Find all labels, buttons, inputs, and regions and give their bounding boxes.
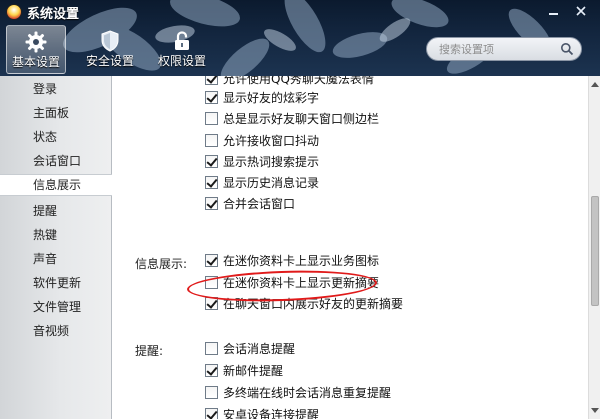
checkbox[interactable] <box>205 111 218 125</box>
sidebar-item-status[interactable]: 状态 <box>0 126 112 148</box>
option-label: 多终端在线时会话消息重复提醒 <box>223 385 392 400</box>
checkbox[interactable] <box>205 90 218 104</box>
checkbox[interactable] <box>205 363 218 377</box>
lock-icon <box>175 31 189 50</box>
checkbox[interactable] <box>205 253 218 267</box>
checkbox[interactable] <box>205 154 218 168</box>
sidebar-item-main-panel[interactable]: 主面板 <box>0 102 112 124</box>
option-label: 允许使用QQ秀聊天魔法表情 <box>223 76 374 86</box>
option-qq-show-magic-emoji[interactable]: 允许使用QQ秀聊天魔法表情 <box>205 76 374 87</box>
tab-security-settings[interactable]: 安全设置 <box>80 25 140 74</box>
search-input[interactable] <box>439 41 557 57</box>
chevron-down-icon <box>591 408 599 413</box>
search-icon[interactable] <box>560 42 574 56</box>
scroll-down-button[interactable] <box>590 405 600 417</box>
option-label: 显示历史消息记录 <box>223 175 320 190</box>
checkbox[interactable] <box>205 385 218 399</box>
sidebar-item-audio-video[interactable]: 音视频 <box>0 320 112 342</box>
option-label: 会话消息提醒 <box>223 341 296 356</box>
option-allow-window-shake[interactable]: 允许接收窗口抖动 <box>205 131 319 149</box>
sidebar-item-reminders[interactable]: 提醒 <box>0 200 112 222</box>
scrollbar-thumb[interactable] <box>591 196 599 306</box>
sidebar-item-chat-window[interactable]: 会话窗口 <box>0 150 112 172</box>
checkbox[interactable] <box>205 196 218 210</box>
tab-permission-settings-label: 权限设置 <box>157 54 206 68</box>
tab-basic-settings-label: 基本设置 <box>11 55 60 69</box>
settings-content: 允许使用QQ秀聊天魔法表情 显示好友的炫彩字 总是显示好友聊天窗口侧边栏 允许接… <box>113 76 588 419</box>
option-label: 显示好友的炫彩字 <box>223 90 320 105</box>
checkbox[interactable] <box>205 341 218 355</box>
tab-basic-settings[interactable]: 基本设置 <box>6 25 66 74</box>
reminder-section-label: 提醒: <box>135 344 164 358</box>
close-button[interactable] <box>568 2 594 20</box>
option-label: 在迷你资料卡上显示业务图标 <box>223 253 380 268</box>
info-display-section-label: 信息展示: <box>135 257 188 271</box>
checkbox[interactable] <box>205 76 218 85</box>
checkbox[interactable] <box>205 175 218 189</box>
qq-penguin-icon <box>6 4 22 20</box>
option-label: 新邮件提醒 <box>223 363 284 378</box>
tab-security-settings-label: 安全设置 <box>85 54 134 68</box>
tab-permission-settings[interactable]: 权限设置 <box>152 25 212 74</box>
option-label: 总是显示好友聊天窗口侧边栏 <box>223 111 380 126</box>
scroll-up-button[interactable] <box>590 78 600 90</box>
option-multi-device-repeat-reminder[interactable]: 多终端在线时会话消息重复提醒 <box>205 383 391 401</box>
option-label: 允许接收窗口抖动 <box>223 133 320 148</box>
option-mini-card-business-icons[interactable]: 在迷你资料卡上显示业务图标 <box>205 251 379 269</box>
option-label: 安卓设备连接提醒 <box>223 407 320 419</box>
close-icon <box>576 6 586 16</box>
window-header: 系统设置 基本设置 安全设置 权限设置 搜索设置项 <box>0 0 600 76</box>
sidebar-item-software-update[interactable]: 软件更新 <box>0 272 112 294</box>
option-show-message-history[interactable]: 显示历史消息记录 <box>205 173 319 191</box>
chevron-up-icon <box>591 82 599 87</box>
sidebar-item-sound[interactable]: 声音 <box>0 248 112 270</box>
sidebar-item-info-display[interactable]: 信息展示 <box>0 174 112 196</box>
option-android-device-reminder[interactable]: 安卓设备连接提醒 <box>205 405 319 419</box>
sidebar-item-file-management[interactable]: 文件管理 <box>0 296 112 318</box>
checkbox[interactable] <box>205 133 218 147</box>
option-chat-message-reminder[interactable]: 会话消息提醒 <box>205 339 295 357</box>
vertical-scrollbar[interactable] <box>588 76 600 419</box>
sidebar-item-login[interactable]: 登录 <box>0 78 112 100</box>
option-new-mail-reminder[interactable]: 新邮件提醒 <box>205 361 283 379</box>
settings-sidebar: 登录 主面板 状态 会话窗口 信息展示 提醒 热键 声音 软件更新 文件管理 音… <box>0 76 112 419</box>
option-always-show-chat-sidebar[interactable]: 总是显示好友聊天窗口侧边栏 <box>205 109 379 127</box>
sidebar-item-hotkeys[interactable]: 热键 <box>0 224 112 246</box>
option-label: 显示热词搜索提示 <box>223 154 320 169</box>
option-merge-chat-windows[interactable]: 合并会话窗口 <box>205 194 295 212</box>
gear-icon <box>25 31 47 53</box>
minimize-icon <box>548 13 558 15</box>
search-box[interactable] <box>426 37 582 61</box>
option-label: 合并会话窗口 <box>223 196 296 211</box>
title-bar: 系统设置 <box>0 0 600 24</box>
option-show-friend-color-text[interactable]: 显示好友的炫彩字 <box>205 88 319 106</box>
window-title: 系统设置 <box>27 7 80 22</box>
option-show-hot-search-tips[interactable]: 显示热词搜索提示 <box>205 152 319 170</box>
shield-icon <box>101 30 119 52</box>
checkbox[interactable] <box>205 407 218 419</box>
minimize-button[interactable] <box>540 2 566 20</box>
